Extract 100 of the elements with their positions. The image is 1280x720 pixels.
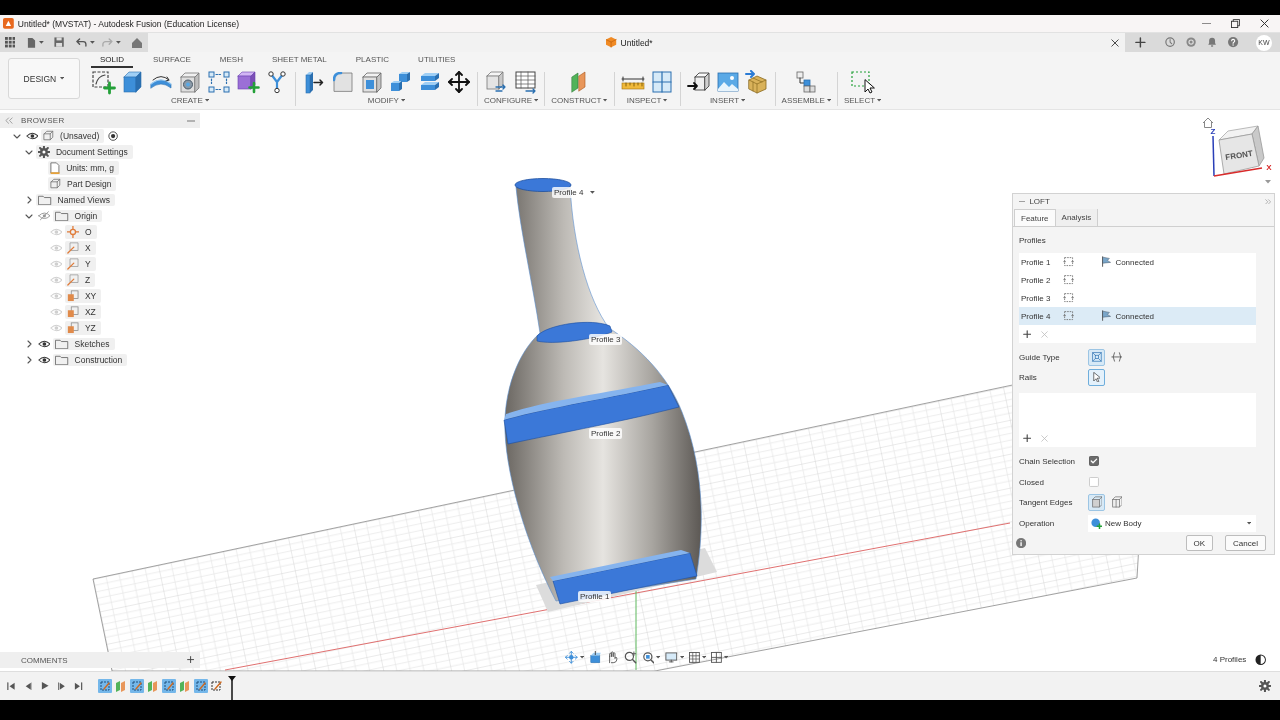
toolbar-menu-button[interactable]: CONFIGURE <box>484 96 539 105</box>
home-icon[interactable] <box>1202 117 1214 128</box>
app-grid-icon[interactable] <box>5 37 16 48</box>
workspace-menu-button[interactable]: DESIGN <box>8 58 80 99</box>
home-icon[interactable] <box>130 37 143 48</box>
caret-icon[interactable] <box>90 41 95 44</box>
chevron-down-icon[interactable] <box>25 149 33 155</box>
add-icon[interactable] <box>1023 433 1032 443</box>
fit-icon[interactable] <box>641 651 655 664</box>
hole-icon[interactable] <box>180 71 200 93</box>
combine-icon[interactable] <box>390 71 412 93</box>
browser-item[interactable]: Units: mm, g <box>48 161 119 175</box>
branch-icon[interactable] <box>268 70 286 94</box>
browser-item[interactable]: Sketches <box>53 337 115 351</box>
step-back-icon[interactable] <box>23 681 32 691</box>
panel-tab[interactable]: Analysis <box>1055 209 1099 226</box>
viewports-icon[interactable] <box>711 651 722 663</box>
minimize-icon[interactable] <box>1202 22 1211 25</box>
press-pull-icon[interactable] <box>304 70 324 94</box>
profile-row[interactable]: Profile 3 <box>1019 289 1256 307</box>
profile-row[interactable]: Profile 1 Connected <box>1019 253 1256 271</box>
sketch-icon[interactable] <box>211 681 222 691</box>
profile-row[interactable]: Profile 2 <box>1019 271 1256 289</box>
offset-plane-icon[interactable] <box>570 70 588 94</box>
dialog-button[interactable]: Cancel <box>1225 535 1266 551</box>
toolbar-menu-button[interactable]: MODIFY <box>367 96 406 105</box>
toolbar-tab[interactable]: SOLID <box>91 52 133 68</box>
file-icon[interactable] <box>27 36 37 49</box>
toolbar-tab[interactable]: MESH <box>210 52 252 68</box>
timeline-marker-icon[interactable] <box>227 676 236 700</box>
half-circle-icon[interactable] <box>1255 654 1267 666</box>
browser-item[interactable]: Construction <box>53 353 128 367</box>
caret-icon[interactable] <box>115 41 121 44</box>
toolbar-tab[interactable]: PLASTIC <box>346 52 399 68</box>
chevron-right-icon[interactable] <box>26 340 32 348</box>
save-icon[interactable] <box>54 37 65 48</box>
browser-item[interactable]: Origin <box>53 209 103 223</box>
chevron-right-icon[interactable] <box>26 356 32 364</box>
browser-item[interactable]: Z <box>65 273 96 287</box>
extrude-box-icon[interactable] <box>122 71 142 93</box>
cube-arrows-icon[interactable] <box>486 71 508 93</box>
zoom-icon[interactable] <box>623 651 637 664</box>
chevron-down-icon[interactable] <box>25 213 33 219</box>
pattern-icon[interactable] <box>208 71 230 93</box>
image-icon[interactable] <box>716 72 739 92</box>
toolbar-menu-button[interactable]: CREATE <box>170 96 209 105</box>
plus-icon[interactable] <box>1135 37 1146 48</box>
checkbox[interactable] <box>1089 477 1099 487</box>
undo-icon[interactable] <box>76 38 88 47</box>
dialog-button[interactable]: OK <box>1185 535 1214 551</box>
fillet-icon[interactable] <box>333 72 353 92</box>
step-forward-icon[interactable] <box>57 681 66 691</box>
chevron-right-icon[interactable] <box>26 196 32 204</box>
view-cube[interactable] <box>1218 125 1265 175</box>
browser-item[interactable]: Part Design <box>48 177 117 191</box>
toolbar-menu-button[interactable]: INSERT <box>709 96 746 105</box>
shell-icon[interactable] <box>362 71 382 93</box>
caret-icon[interactable] <box>39 41 45 44</box>
eye-icon[interactable] <box>25 132 39 140</box>
sketch-icon[interactable] <box>193 679 208 693</box>
pan-hand-icon[interactable] <box>606 651 619 664</box>
form-box-icon[interactable] <box>236 70 260 94</box>
browser-item[interactable]: (Unsaved) <box>41 129 105 143</box>
profile-row[interactable]: Profile 4 Connected <box>1019 307 1256 325</box>
display-icon[interactable] <box>665 651 678 663</box>
ruler-icon[interactable] <box>620 74 645 90</box>
browser-item[interactable]: Document Settings <box>36 145 133 159</box>
document-tab[interactable]: Untitled* <box>602 37 657 48</box>
eye-icon[interactable] <box>37 340 51 348</box>
profile-band[interactable] <box>550 550 698 605</box>
caret-icon[interactable] <box>656 656 661 659</box>
grid-icon[interactable] <box>689 651 700 663</box>
close-icon[interactable] <box>1111 38 1119 47</box>
browser-item[interactable]: XY <box>65 289 102 303</box>
move-icon[interactable] <box>448 71 470 93</box>
tangent-edges-button[interactable] <box>1088 493 1105 511</box>
browser-item[interactable]: YZ <box>65 321 101 335</box>
caret-icon[interactable] <box>579 656 584 659</box>
profile-band[interactable] <box>536 322 613 343</box>
browser-item[interactable]: Y <box>65 257 96 271</box>
panel-tab[interactable]: Feature <box>1014 209 1056 226</box>
close-icon[interactable] <box>1260 19 1269 28</box>
sketch-icon[interactable] <box>129 679 144 693</box>
add-icon[interactable] <box>1023 329 1032 339</box>
look-at-icon[interactable] <box>588 651 602 664</box>
eye-icon[interactable] <box>37 356 51 364</box>
clock-icon[interactable] <box>1164 37 1175 48</box>
select-box-icon[interactable] <box>850 70 875 94</box>
operation-dropdown[interactable]: New Body <box>1088 515 1256 532</box>
browser-item[interactable]: XZ <box>65 305 101 319</box>
caret-icon[interactable] <box>590 191 596 194</box>
caret-icon[interactable] <box>701 656 707 659</box>
orbit-icon[interactable] <box>565 651 578 664</box>
ring-icon[interactable] <box>1186 37 1197 48</box>
browser-item[interactable]: Named Views <box>36 193 115 207</box>
checkbox[interactable] <box>1089 456 1099 466</box>
select-rails-button[interactable] <box>1088 368 1105 386</box>
insert-arrow-icon[interactable] <box>686 72 711 92</box>
caret-icon[interactable] <box>723 656 729 659</box>
toolbar-tab[interactable]: UTILITIES <box>409 52 465 68</box>
